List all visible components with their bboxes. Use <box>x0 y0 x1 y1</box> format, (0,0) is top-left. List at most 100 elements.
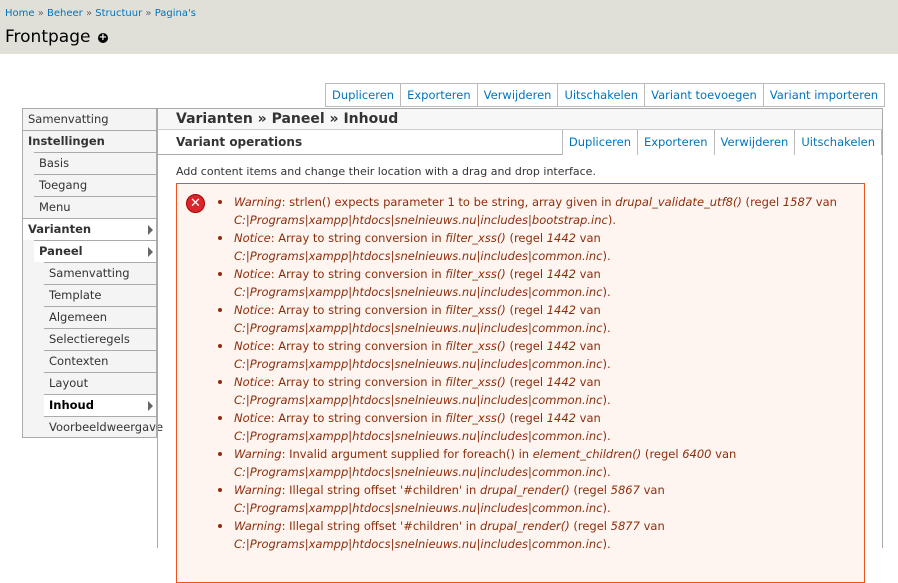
van-label: van <box>715 447 737 461</box>
variant-operations-bar: Variant operations Dupliceren Exporteren V… <box>158 130 882 155</box>
error-type: Notice <box>234 267 271 281</box>
sidebar-item-toegang[interactable]: Toegang <box>34 174 156 196</box>
variant-actions-tabs: Dupliceren Exporteren Verwijderen Uitschake… <box>325 83 886 107</box>
error-message: : Array to string conversion in <box>270 231 446 245</box>
van-label: van <box>815 195 837 209</box>
ops-tab-dupliceren[interactable]: Dupliceren <box>562 130 638 155</box>
error-function: drupal_render() <box>479 519 570 533</box>
error-line: 1587 <box>782 195 813 209</box>
error-message: : Illegal string offset '#children' in <box>281 519 480 533</box>
tab-exporteren[interactable]: Exporteren <box>401 84 478 106</box>
error-item: Notice: Array to string conversion in fi… <box>217 265 857 301</box>
error-file: C:|Programs|xampp|htdocs|snelnieuws.nu|i… <box>234 393 603 407</box>
sidebar-item-label: Voorbeeldweergave <box>49 420 164 434</box>
page-header: Home » Beheer » Structuur » Pagina's Fro… <box>0 0 898 54</box>
error-icon: ✕ <box>186 194 205 213</box>
error-type: Notice <box>234 231 271 245</box>
error-function: filter_xss() <box>445 231 506 245</box>
error-file: C:|Programs|xampp|htdocs|snelnieuws.nu|i… <box>234 537 603 551</box>
error-message: : Array to string conversion in <box>270 375 446 389</box>
sidebar-item-algemeen[interactable]: Algemeen <box>44 306 156 328</box>
sidebar-item-samenvatting[interactable]: Samenvatting <box>23 108 156 130</box>
error-function: filter_xss() <box>445 375 506 389</box>
error-line: 1442 <box>546 411 577 425</box>
error-messages: ✕ Warning: strlen() expects parameter 1 … <box>176 183 865 583</box>
ops-tab-exporteren[interactable]: Exporteren <box>637 130 715 155</box>
van-label: van <box>579 411 601 425</box>
sidebar-item-template[interactable]: Template <box>44 284 156 306</box>
sidebar-item-paneel[interactable]: Paneel <box>34 240 156 262</box>
van-label: van <box>579 375 601 389</box>
sidebar-item-samenvatting[interactable]: Samenvatting <box>44 262 156 284</box>
sidebar-item-label: Algemeen <box>49 310 108 324</box>
sidebar-item-label: Samenvatting <box>49 266 130 280</box>
sidebar-item-contexten[interactable]: Contexten <box>44 350 156 372</box>
sidebar-item-voorbeeldweergave[interactable]: Voorbeeldweergave <box>44 416 163 438</box>
error-line: 1442 <box>546 339 577 353</box>
sidebar-item-label: Selectieregels <box>49 332 130 346</box>
ops-tab-uitschakelen[interactable]: Uitschakelen <box>795 130 882 155</box>
content-title: Varianten » Paneel » Inhoud <box>158 108 882 130</box>
van-label: van <box>579 339 601 353</box>
regel-label: regel <box>513 375 544 389</box>
tab-verwijderen[interactable]: Verwijderen <box>477 84 559 106</box>
sidebar-item-label: Paneel <box>39 244 83 258</box>
error-function: drupal_validate_utf8() <box>615 195 742 209</box>
error-message: : strlen() expects parameter 1 to be str… <box>281 195 616 209</box>
van-label: van <box>579 231 601 245</box>
error-type: Notice <box>234 303 271 317</box>
tab-dupliceren[interactable]: Dupliceren <box>326 84 402 106</box>
breadcrumb-link[interactable]: Beheer <box>47 8 83 19</box>
regel-label: regel <box>750 195 780 209</box>
tab-variant-importeren[interactable]: Variant importeren <box>763 84 886 106</box>
error-file: C:|Programs|xampp|htdocs|snelnieuws.nu|i… <box>234 501 603 515</box>
error-type: Notice <box>234 411 271 425</box>
error-message: : Invalid argument supplied for foreach(… <box>281 447 533 461</box>
sidebar-item-layout[interactable]: Layout <box>44 372 156 394</box>
regel-label: regel <box>513 267 544 281</box>
sidebar-item-instellingen[interactable]: Instellingen <box>23 130 156 152</box>
breadcrumb-link[interactable]: Pagina's <box>155 8 196 19</box>
breadcrumb-separator: » <box>142 8 155 19</box>
sidebar-item-inhoud[interactable]: Inhoud <box>44 394 156 416</box>
arrow-right-icon <box>148 225 153 235</box>
error-file: C:|Programs|xampp|htdocs|snelnieuws.nu|i… <box>234 321 603 335</box>
error-type: Warning <box>234 483 282 497</box>
sidebar-item-label: Layout <box>49 376 89 390</box>
error-function: element_children() <box>532 447 642 461</box>
regel-label: regel <box>649 447 679 461</box>
error-file: C:|Programs|xampp|htdocs|snelnieuws.nu|i… <box>234 285 603 299</box>
sidebar-item-basis[interactable]: Basis <box>34 152 156 174</box>
error-type: Warning <box>234 447 282 461</box>
van-label: van <box>579 267 601 281</box>
description: Add content items and change their locat… <box>176 165 596 178</box>
ops-tab-verwijderen[interactable]: Verwijderen <box>714 130 796 155</box>
van-label: van <box>643 483 665 497</box>
breadcrumb-link[interactable]: Home <box>5 8 35 19</box>
sidebar-item-label: Menu <box>39 200 71 214</box>
sidebar-item-varianten[interactable]: Varianten <box>23 218 156 240</box>
regel-label: regel <box>513 339 544 353</box>
sidebar-item-selectieregels[interactable]: Selectieregels <box>44 328 156 350</box>
error-type: Notice <box>234 339 271 353</box>
sidebar-nav: Samenvatting Instellingen Basis Toegang Menu… <box>22 108 163 438</box>
sidebar-item-label: Samenvatting <box>28 112 109 126</box>
error-item: Notice: Array to string conversion in fi… <box>217 373 857 409</box>
error-file: C:|Programs|xampp|htdocs|snelnieuws.nu|i… <box>234 213 608 227</box>
add-shortcut-icon[interactable]: + <box>98 33 108 43</box>
tab-uitschakelen[interactable]: Uitschakelen <box>558 84 646 106</box>
error-item: Warning: Illegal string offset '#childre… <box>217 517 857 553</box>
tab-variant-toevoegen[interactable]: Variant toevoegen <box>645 84 764 106</box>
error-item: Notice: Array to string conversion in fi… <box>217 301 857 337</box>
sidebar-item-label: Toegang <box>39 178 88 192</box>
van-label: van <box>643 519 665 533</box>
sidebar-item-menu[interactable]: Menu <box>34 196 156 218</box>
regel-label: regel <box>577 483 607 497</box>
error-type: Warning <box>234 195 282 209</box>
breadcrumb-link[interactable]: Structuur <box>95 8 142 19</box>
error-item: Notice: Array to string conversion in fi… <box>217 229 857 265</box>
error-file: C:|Programs|xampp|htdocs|snelnieuws.nu|i… <box>234 429 603 443</box>
error-line: 6400 <box>682 447 712 461</box>
sidebar-item-label: Basis <box>39 156 70 170</box>
error-line: 1442 <box>546 303 577 317</box>
